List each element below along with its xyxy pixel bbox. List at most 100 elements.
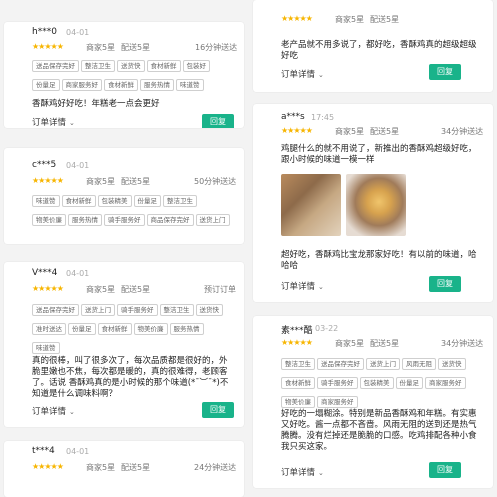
review-time: 03-22 [315,324,339,333]
review-tag: 送货快 [195,304,223,316]
review-tag: 送货快 [117,60,145,72]
merchant-rating: 商家5星 [86,463,116,472]
review-tag: 份量足 [133,195,161,207]
delivery-rating: 配送5星 [370,339,400,348]
review-tag: 包装精美 [359,377,394,389]
review-tag: 物美价廉 [281,396,315,408]
review-tags: 整洁卫生 送品保存完好 送货上门 风雨无阻 送货快食材新鲜 骑手服务好 包装精美 份量足 商家服… [281,354,481,411]
order-details-link[interactable]: 订单详情 ⌄ [281,466,324,478]
order-details-link[interactable]: 订单详情 ⌄ [32,405,75,417]
star-icon: ★★★★★ [32,176,64,185]
review-time: 04-01 [66,161,90,170]
merchant-rating: 商家5星 [335,339,365,348]
reviewer-name: c***5 [32,160,57,170]
review-tag: 整洁卫生 [281,358,315,370]
review-tag: 商品保存完好 [146,214,194,226]
review-tag: 服务热情 [169,323,204,335]
review-tag: 味道赞 [32,342,60,354]
delivery-rating: 配送5星 [121,285,151,294]
order-details-link[interactable]: 订单详情 ⌄ [281,280,324,292]
reply-button[interactable]: 回复 [202,402,234,418]
review-time: 04-01 [66,28,90,37]
review-tag: 整洁卫生 [159,304,194,316]
reply-button[interactable]: 回复 [429,64,461,80]
order-details-label: 订单详情 [32,407,67,417]
review-text: 好吃的一塌糊涂。特别是新品香酥鸡和年糕。有实惠又好吃。酱一点都不吝啬。风雨无阻的… [281,409,477,452]
review-time: 17:45 [311,113,335,122]
review-card: V***4 04-01 ★★★★★ 商家5星 配送5星 预订订单 送品保存完好送… [4,262,244,427]
delivery-rating: 配送5星 [370,15,400,24]
review-time: 04-01 [66,447,90,456]
review-tag: 风雨无阻 [402,358,436,370]
chevron-down-icon: ⌄ [318,71,324,79]
chevron-down-icon: ⌄ [318,283,324,291]
reply-button[interactable]: 回复 [429,462,461,478]
star-icon: ★★★★★ [281,126,313,135]
review-tag: 包装好 [182,60,210,72]
star-icon: ★★★★★ [32,462,64,471]
review-tag: 送货上门 [366,358,400,370]
review-tag: 味道赞 [176,79,204,91]
star-icon: ★★★★★ [32,284,64,293]
review-tag: 送货上门 [195,214,230,226]
order-details-label: 订单详情 [281,282,316,292]
reply-button[interactable]: 回复 [429,276,461,292]
food-photo[interactable] [281,174,341,236]
review-tag: 服务热情 [68,214,102,226]
review-tag: 骑手服务好 [104,214,145,226]
merchant-rating: 商家5星 [86,285,116,294]
order-details-label: 订单详情 [281,468,316,478]
review-card: t***4 04-01 ★★★★★ 商家5星 配送5星 24分钟送达 [4,441,244,497]
order-details-link[interactable]: 订单详情 ⌄ [281,68,324,80]
review-tag: 骑手服务好 [317,377,358,389]
food-photo[interactable] [346,174,406,236]
delivery-rating: 配送5星 [121,177,151,186]
review-card: c***5 04-01 ★★★★★ 商家5星 配送5星 50分钟送达 味道赞 食材… [4,148,244,244]
review-tag: 食材新鲜 [97,323,132,335]
merchant-rating: 商家5星 [335,127,365,136]
order-details-label: 订单详情 [281,70,316,80]
review-tags: 送品保存完好 整洁卫生 送货快 食材新鲜 包装好份量足 商家服务好 食材新鲜 服务热情 味道赞 [32,56,232,94]
review-tag: 送货上门 [81,304,115,316]
review-tag: 商家服务好 [317,396,358,408]
review-tags: 送品保存完好 送货上门 骑手服务好 整洁卫生 送货快准时送达 份量足 食材新鲜 物美价廉 服务热… [32,300,232,357]
review-tag: 整洁卫生 [163,195,197,207]
review-tag: 送货快 [438,358,466,370]
merchant-rating: 商家5星 [86,43,116,52]
review-card: ★★★★★ 商家5星 配送5星 老产品就不用多说了，都好吃，香酥鸡真的超级超级好… [253,0,493,92]
reply-button[interactable]: 回复 [202,114,234,128]
star-icon: ★★★★★ [281,338,313,347]
review-text: 鸡腿什么的就不用说了，新推出的香酥鸡超级好吃，跟小时候的味道一模一样 [281,144,477,165]
star-icon: ★★★★★ [32,42,64,51]
review-tag: 商家服务好 [61,79,102,91]
review-tag: 食材新鲜 [104,79,138,91]
delivery-rating: 配送5星 [121,463,151,472]
reviewer-name: t***4 [32,446,55,456]
review-tag: 份量足 [32,79,60,91]
review-tag: 物美价廉 [133,323,168,335]
review-card: h***0 04-01 ★★★★★ 商家5星 配送5星 16分钟送达 送品保存完… [4,22,244,128]
review-time: 04-01 [66,269,90,278]
delivery-time: 24分钟送达 [194,463,237,472]
delivery-rating: 配送5星 [370,127,400,136]
review-tag: 整洁卫生 [81,60,115,72]
review-tag: 送品保存完好 [32,304,79,316]
review-tags: 味道赞 食材新鲜 包装精美 份量足 整洁卫生物美价廉 服务热情 骑手服务好 商品保存完好 送货上… [32,191,232,229]
delivery-time: 34分钟送达 [441,127,484,136]
review-tag: 食材新鲜 [61,195,96,207]
reviewer-name: V***4 [32,268,58,278]
review-tag: 包装精美 [97,195,132,207]
star-icon: ★★★★★ [281,14,313,23]
order-details-label: 订单详情 [32,118,67,128]
chevron-down-icon: ⌄ [69,119,75,127]
chevron-down-icon: ⌄ [69,408,75,416]
review-tag: 物美价廉 [32,214,66,226]
delivery-time: 34分钟送达 [441,339,484,348]
merchant-rating: 商家5星 [86,177,116,186]
review-card: a***s 17:45 ★★★★★ 商家5星 配送5星 34分钟送达 鸡腿什么的… [253,104,493,302]
review-tag: 味道赞 [32,195,60,207]
order-details-link[interactable]: 订单详情 ⌄ [32,116,75,128]
review-text-2: 超好吃，香酥鸡比宝龙那家好吃！有以前的味道，哈哈哈 [281,250,477,271]
review-card: 素***酷 03-22 ★★★★★ 商家5星 配送5星 34分钟送达 整洁卫生送… [253,316,493,488]
review-text: 真的很棒，叫了很多次了，每次品质都是很好的，外脆里嫩也不焦，每次都是暖的，真的很… [32,356,229,399]
